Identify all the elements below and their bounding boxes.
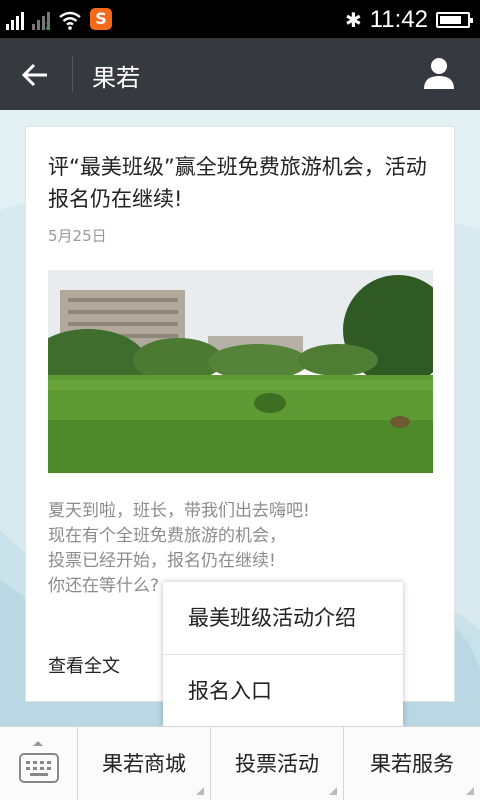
menu-vote-label: 投票活动 xyxy=(235,752,319,776)
bottom-menu-bar: 果若商城 投票活动 果若服务 xyxy=(0,726,480,800)
article-photo xyxy=(48,270,433,473)
popup-menu: 最美班级活动介绍 报名入口 xyxy=(163,582,403,726)
page-title: 果若 xyxy=(92,64,140,92)
menu-service-button[interactable]: 果若服务 xyxy=(344,727,480,800)
signal-icon xyxy=(6,10,24,30)
submenu-indicator-icon xyxy=(329,787,337,795)
caret-up-icon xyxy=(33,741,43,746)
arrow-left-icon[interactable] xyxy=(20,60,50,90)
article-title[interactable]: 评“最美班级”赢全班免费旅游机会，活动报名仍在继续! xyxy=(48,151,438,215)
menu-item-activity-intro[interactable]: 最美班级活动介绍 xyxy=(163,582,403,654)
signal-2-icon: 2 xyxy=(32,10,51,32)
battery-icon xyxy=(436,12,473,28)
keyboard-toggle-button[interactable] xyxy=(0,727,78,800)
app-header: 果若 xyxy=(0,38,480,110)
user-icon[interactable] xyxy=(422,56,456,90)
wifi-icon xyxy=(59,11,81,30)
menu-store-label: 果若商城 xyxy=(102,752,186,776)
sogou-icon: S xyxy=(90,8,112,30)
submenu-indicator-icon xyxy=(196,787,204,795)
description-line: 夏天到啦，班长，带我们出去嗨吧! xyxy=(48,501,310,521)
read-more-link[interactable]: 查看全文 xyxy=(48,652,120,678)
article-date: 5月25日 xyxy=(48,227,107,245)
menu-service-label: 果若服务 xyxy=(370,752,454,776)
sim2-label: 2 xyxy=(45,22,51,32)
menu-item-registration[interactable]: 报名入口 xyxy=(163,654,403,726)
description-line: 投票已经开始，报名仍在继续! xyxy=(48,551,276,571)
submenu-indicator-icon xyxy=(466,787,474,795)
bluetooth-icon: ✱ xyxy=(344,8,362,32)
status-bar: 2 S ✱ 11:42 xyxy=(0,0,480,38)
menu-store-button[interactable]: 果若商城 xyxy=(78,727,211,800)
menu-vote-button[interactable]: 投票活动 xyxy=(211,727,344,800)
description-line: 现在有个全班免费旅游的机会， xyxy=(48,526,286,546)
header-divider xyxy=(72,56,73,92)
clock: 11:42 xyxy=(369,6,428,33)
keyboard-icon xyxy=(19,753,59,783)
